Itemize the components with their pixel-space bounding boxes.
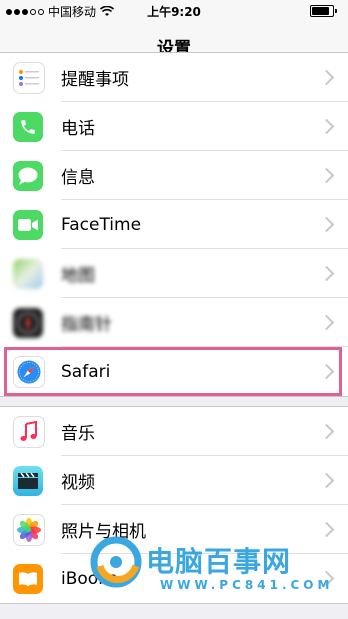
- settings-row-label: 地图: [61, 266, 95, 286]
- settings-row-label: 指南针: [61, 315, 112, 335]
- compass-icon: [13, 307, 43, 338]
- settings-row-label: FaceTime: [61, 214, 142, 235]
- phone-icon: [13, 111, 43, 142]
- chevron-right-icon: [318, 265, 335, 282]
- settings-row-label: 信息: [61, 168, 95, 188]
- settings-group-apps: 提醒事项 电话 信息 FaceTime 地图 指南针 Safari: [0, 52, 348, 397]
- settings-row-maps[interactable]: 地图: [0, 249, 348, 298]
- chevron-right-icon: [318, 472, 335, 489]
- settings-row-label: Safari: [61, 361, 111, 382]
- safari-icon: [13, 355, 45, 388]
- chevron-right-icon: [318, 69, 335, 86]
- settings-row-music[interactable]: 音乐: [0, 407, 348, 456]
- watermark: 电脑百事网 WWW.PC841.COM: [90, 532, 348, 602]
- status-bar: 中国移动 上午9:20: [0, 0, 348, 22]
- music-icon: [13, 415, 45, 448]
- settings-row-label: 音乐: [61, 424, 95, 444]
- photos-icon: [13, 513, 45, 546]
- settings-row-label: 电话: [61, 119, 95, 139]
- chevron-right-icon: [318, 167, 335, 184]
- watermark-logo-icon: [90, 536, 142, 588]
- settings-row-videos[interactable]: 视频: [0, 456, 348, 505]
- watermark-url: WWW.PC841.COM: [160, 578, 334, 592]
- watermark-brand: 电脑百事网: [146, 545, 292, 578]
- settings-row-phone[interactable]: 电话: [0, 102, 348, 151]
- settings-row-label: 提醒事项: [61, 70, 129, 90]
- chevron-right-icon: [318, 216, 335, 233]
- settings-row-compass[interactable]: 指南针: [0, 298, 348, 347]
- settings-row-messages[interactable]: 信息: [0, 151, 348, 200]
- chevron-right-icon: [318, 423, 335, 440]
- settings-row-facetime[interactable]: FaceTime: [0, 200, 348, 249]
- chevron-right-icon: [318, 118, 335, 135]
- reminders-icon: [13, 61, 45, 94]
- settings-row-safari[interactable]: Safari: [0, 347, 348, 396]
- chevron-right-icon: [318, 314, 335, 331]
- ibooks-icon: [13, 563, 43, 594]
- settings-row-label: 视频: [61, 473, 95, 493]
- messages-icon: [13, 160, 43, 191]
- videos-icon: [13, 465, 43, 496]
- clock: 上午9:20: [147, 5, 201, 19]
- settings-row-reminders[interactable]: 提醒事项: [0, 53, 348, 102]
- battery-icon: [310, 5, 337, 17]
- maps-icon: [13, 258, 43, 289]
- facetime-icon: [13, 209, 43, 240]
- chevron-right-icon: [318, 363, 335, 380]
